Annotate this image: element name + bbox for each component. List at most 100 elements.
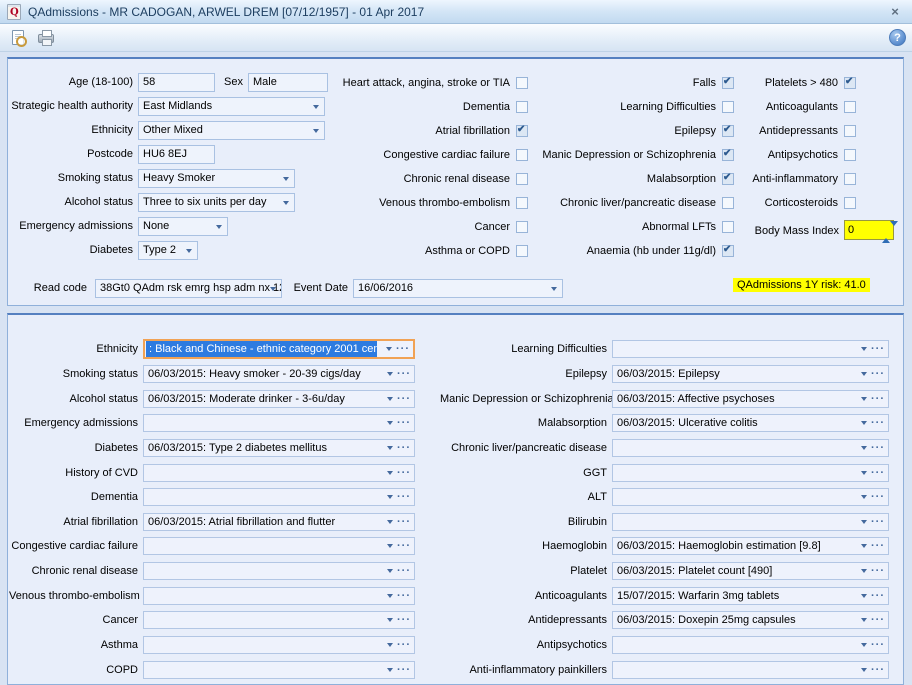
record-combobox[interactable]: [612, 488, 889, 506]
ellipsis-button[interactable]: [871, 465, 885, 481]
record-combobox[interactable]: [143, 537, 415, 555]
chevron-down-icon[interactable]: [861, 397, 867, 401]
record-combobox[interactable]: [143, 611, 415, 629]
diabetes-dropdown[interactable]: Type 2: [138, 241, 198, 260]
record-combobox[interactable]: 06/03/2015: Atrial fibrillation and flut…: [143, 513, 415, 531]
chevron-down-icon[interactable]: [861, 569, 867, 573]
checkbox[interactable]: [844, 125, 856, 137]
record-combobox[interactable]: 15/07/2015: Warfarin 3mg tablets: [612, 587, 889, 605]
ellipsis-button[interactable]: [871, 391, 885, 407]
ellipsis-button[interactable]: [397, 588, 411, 604]
record-combobox[interactable]: [612, 340, 889, 358]
record-combobox[interactable]: [143, 464, 415, 482]
chevron-down-icon[interactable]: [861, 446, 867, 450]
record-combobox[interactable]: 06/03/2015: Heavy smoker - 20-39 cigs/da…: [143, 365, 415, 383]
ellipsis-button[interactable]: [397, 391, 411, 407]
ellipsis-button[interactable]: [871, 415, 885, 431]
record-combobox[interactable]: [143, 562, 415, 580]
chevron-down-icon[interactable]: [387, 495, 393, 499]
chevron-down-icon[interactable]: [387, 372, 393, 376]
checkbox[interactable]: [844, 101, 856, 113]
chevron-down-icon[interactable]: [387, 520, 393, 524]
ellipsis-button[interactable]: [871, 514, 885, 530]
ellipsis-button[interactable]: [871, 538, 885, 554]
ellipsis-button[interactable]: [871, 588, 885, 604]
chevron-down-icon[interactable]: [861, 372, 867, 376]
chevron-down-icon[interactable]: [387, 643, 393, 647]
record-combobox[interactable]: [612, 513, 889, 531]
chevron-down-icon[interactable]: [861, 471, 867, 475]
checkbox[interactable]: [844, 77, 856, 89]
record-combobox[interactable]: [143, 587, 415, 605]
record-combobox[interactable]: [143, 661, 415, 679]
record-combobox[interactable]: 06/03/2015: Affective psychoses: [612, 390, 889, 408]
record-combobox[interactable]: [612, 464, 889, 482]
ellipsis-button[interactable]: [871, 440, 885, 456]
chevron-down-icon[interactable]: [861, 618, 867, 622]
chevron-down-icon[interactable]: [387, 569, 393, 573]
chevron-down-icon[interactable]: [861, 668, 867, 672]
record-combobox[interactable]: 06/03/2015: Ulcerative colitis: [612, 414, 889, 432]
record-combobox[interactable]: 06/03/2015: Doxepin 25mg capsules: [612, 611, 889, 629]
record-combobox[interactable]: 06/03/2015: Platelet count [490]: [612, 562, 889, 580]
checkbox[interactable]: [844, 149, 856, 161]
ellipsis-button[interactable]: [871, 637, 885, 653]
chevron-down-icon[interactable]: [387, 446, 393, 450]
chevron-down-icon[interactable]: [387, 397, 393, 401]
record-combobox[interactable]: 06/03/2015: Type 2 diabetes mellitus: [143, 439, 415, 457]
record-combobox[interactable]: [143, 488, 415, 506]
readcode-dropdown[interactable]: 38Gt0 QAdm rsk emrg hsp adm nx 12mth: [95, 279, 282, 298]
ellipsis-button[interactable]: [871, 341, 885, 357]
chevron-down-icon[interactable]: [861, 544, 867, 548]
chevron-down-icon[interactable]: [387, 594, 393, 598]
checkbox[interactable]: [722, 245, 734, 257]
chevron-down-icon[interactable]: [387, 471, 393, 475]
record-combobox[interactable]: [612, 636, 889, 654]
chevron-down-icon[interactable]: [861, 495, 867, 499]
ellipsis-button[interactable]: [871, 366, 885, 382]
ellipsis-button[interactable]: [397, 538, 411, 554]
record-combobox[interactable]: [612, 661, 889, 679]
help-button[interactable]: ?: [889, 29, 906, 46]
spin-up-icon[interactable]: [882, 226, 890, 243]
chevron-down-icon[interactable]: [387, 668, 393, 672]
age-input[interactable]: 58: [138, 73, 215, 92]
ellipsis-button[interactable]: [397, 514, 411, 530]
ellipsis-button[interactable]: [397, 662, 411, 678]
ellipsis-button[interactable]: [397, 637, 411, 653]
close-icon[interactable]: ×: [885, 4, 905, 19]
ellipsis-button[interactable]: [397, 366, 411, 382]
ellipsis-button[interactable]: [871, 489, 885, 505]
chevron-down-icon[interactable]: [387, 618, 393, 622]
chevron-down-icon[interactable]: [387, 544, 393, 548]
bmi-stepper[interactable]: 0: [844, 220, 894, 240]
print-button[interactable]: [34, 27, 58, 49]
spinner-arrows[interactable]: [882, 223, 890, 241]
checkbox[interactable]: [844, 173, 856, 185]
ellipsis-button[interactable]: [397, 440, 411, 456]
chevron-down-icon[interactable]: [861, 643, 867, 647]
ellipsis-button[interactable]: [397, 465, 411, 481]
checkbox[interactable]: [844, 197, 856, 209]
chevron-down-icon[interactable]: [386, 347, 392, 351]
ellipsis-button[interactable]: [871, 563, 885, 579]
chevron-down-icon[interactable]: [861, 421, 867, 425]
record-combobox[interactable]: [143, 636, 415, 654]
emergency-dropdown[interactable]: None: [138, 217, 228, 236]
record-combobox[interactable]: [143, 414, 415, 432]
record-combobox[interactable]: 06/03/2015: Haemoglobin estimation [9.8]: [612, 537, 889, 555]
ellipsis-button[interactable]: [397, 612, 411, 628]
chevron-down-icon[interactable]: [861, 594, 867, 598]
ellipsis-button[interactable]: [871, 612, 885, 628]
ellipsis-button[interactable]: [397, 489, 411, 505]
ellipsis-button[interactable]: [396, 341, 410, 357]
record-combobox[interactable]: 06/03/2015: Epilepsy: [612, 365, 889, 383]
ellipsis-button[interactable]: [397, 563, 411, 579]
chevron-down-icon[interactable]: [861, 520, 867, 524]
record-combobox[interactable]: 06/03/2015: Moderate drinker - 3-6u/day: [143, 390, 415, 408]
record-combobox[interactable]: [612, 439, 889, 457]
event-date-dropdown[interactable]: 16/06/2016: [353, 279, 563, 298]
print-preview-button[interactable]: [6, 27, 30, 49]
postcode-input[interactable]: HU6 8EJ: [138, 145, 215, 164]
ellipsis-button[interactable]: [397, 415, 411, 431]
